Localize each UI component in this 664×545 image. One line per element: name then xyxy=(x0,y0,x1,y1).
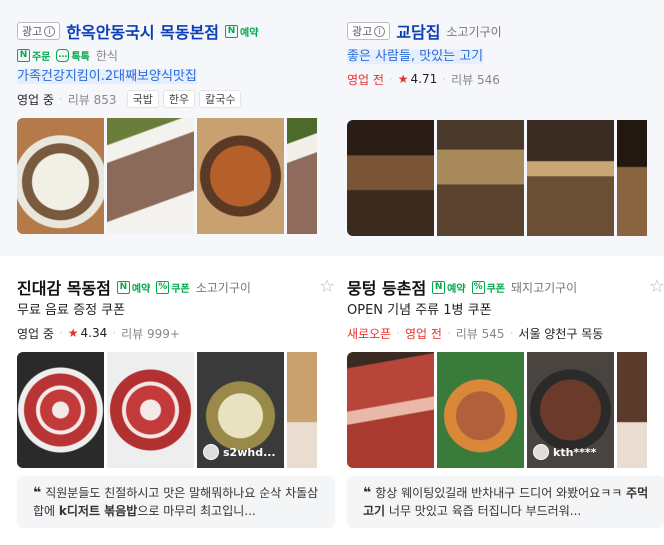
quote-icon: ❝ xyxy=(363,485,372,501)
photo-strip[interactable] xyxy=(347,120,664,236)
photo-interior-2[interactable] xyxy=(437,120,524,236)
photo-strip[interactable] xyxy=(17,118,335,234)
naver-icon: N xyxy=(432,280,446,294)
rating: 4.71 xyxy=(410,72,438,86)
new-open-label: 새로오픈 xyxy=(347,326,392,341)
place-card[interactable]: 뭉텅 등촌점 N 예약 % 쿠폰 돼지고기구이 ☆ OPEN 기념 주류 1병 쿠폰… xyxy=(347,260,664,528)
quote-icon: ❝ xyxy=(33,485,42,501)
review-count[interactable]: 리뷰 546 xyxy=(451,71,500,88)
rating: 4.34 xyxy=(80,326,108,340)
coupon-icon: % xyxy=(471,280,485,294)
ad-badge[interactable]: 광고 i xyxy=(347,22,391,40)
photo-owner[interactable]: kth**** xyxy=(533,444,596,460)
ad-label: 광고 xyxy=(22,25,43,38)
title-row: 광고 i 한옥안동국시 목동본점 N 예약 xyxy=(17,18,335,44)
info-icon: i xyxy=(374,25,386,37)
naver-icon: N xyxy=(17,48,30,62)
photo-strip[interactable]: kth**** xyxy=(347,352,664,468)
naver-icon: N xyxy=(116,280,130,294)
business-status: 영업 전 xyxy=(347,72,384,87)
slogan[interactable]: 좋은 사람들, 맛있는 고기 xyxy=(347,46,664,68)
photo-soup[interactable] xyxy=(17,118,104,234)
meta-row: 영업 전 · ★ 4.71 · 리뷰 546 xyxy=(347,71,500,88)
photo-beef-plate-1[interactable] xyxy=(17,352,104,468)
photo-meat-plate-2[interactable] xyxy=(287,118,317,234)
coupon-badge[interactable]: % 쿠폰 xyxy=(471,280,505,295)
reservation-badge[interactable]: N 예약 xyxy=(225,24,258,39)
star-icon: ★ xyxy=(67,326,79,340)
place-name[interactable]: 뭉텅 등촌점 xyxy=(347,275,426,299)
place-name[interactable]: 한옥안동국시 목동본점 xyxy=(66,19,219,43)
ad-label: 광고 xyxy=(352,25,373,38)
review-count[interactable]: 리뷰 853 xyxy=(68,91,117,108)
menu-tag: 칼국수 xyxy=(199,90,242,108)
coupon-badge[interactable]: % 쿠폰 xyxy=(156,280,190,295)
photo-grilled-meat[interactable] xyxy=(437,352,524,468)
review-snippet[interactable]: ❝ 항상 웨이팅있길래 반차내구 드디어 와봤어요ㅋㅋ 주먹고기 너무 맛있고 육… xyxy=(347,476,664,528)
menu-tag: 국밥 xyxy=(126,90,159,108)
category: 한식 xyxy=(95,48,118,63)
ad-badge[interactable]: 광고 i xyxy=(17,22,61,40)
place-card[interactable]: 광고 i 교담집 소고기구이 좋은 사람들, 맛있는 고기 영업 전 · ★ 4.… xyxy=(347,0,664,236)
search-results-grid: 광고 i 한옥안동국시 목동본점 N 예약 N 주문 … 톡톡 한식 가족건강지킴이.2… xyxy=(0,0,664,545)
place-card[interactable]: 광고 i 한옥안동국시 목동본점 N 예약 N 주문 … 톡톡 한식 가족건강지킴이.2… xyxy=(17,0,335,234)
business-status: 영업 전 xyxy=(405,326,442,341)
address[interactable]: 서울 양천구 목동 xyxy=(518,325,603,342)
photo-interior-1[interactable] xyxy=(347,120,434,236)
slogan[interactable]: OPEN 기념 주류 1병 쿠폰 xyxy=(347,300,664,322)
review-count[interactable]: 리뷰 545 xyxy=(456,325,505,342)
info-icon: i xyxy=(44,25,56,37)
talk-badge[interactable]: … 톡톡 xyxy=(56,48,90,63)
place-card[interactable]: 진대감 목동점 N 예약 % 쿠폰 소고기구이 ☆ 무료 음료 증정 쿠폰 영업 중… xyxy=(17,260,335,528)
save-star-icon[interactable]: ☆ xyxy=(319,276,335,297)
business-status: 영업 중 xyxy=(17,92,54,107)
meta-row: 새로오픈 · 영업 전 · 리뷰 545 · 서울 양천구 목동 xyxy=(347,325,604,342)
photo-strip[interactable]: s2whd... xyxy=(17,352,335,468)
service-row: N 주문 … 톡톡 한식 xyxy=(17,44,335,66)
meta-row: 영업 중 · ★ 4.34 · 리뷰 999+ xyxy=(17,325,180,342)
review-snippet[interactable]: ❝ 직원분들도 친절하시고 맛은 말해뭐하나요 순삭 차돌삼합에 k디저트 볶음밥… xyxy=(17,476,335,528)
photo-owner[interactable]: s2whd... xyxy=(203,444,276,460)
reservation-badge[interactable]: N 예약 xyxy=(116,280,150,295)
coupon-icon: % xyxy=(156,280,170,294)
photo-interior-4[interactable] xyxy=(617,120,647,236)
category: 소고기구이 xyxy=(195,280,251,295)
menu-tag: 한우 xyxy=(162,90,196,108)
reservation-badge[interactable]: N 예약 xyxy=(432,280,466,295)
place-name[interactable]: 교담집 xyxy=(396,19,440,43)
avatar xyxy=(533,444,549,460)
photo-side[interactable] xyxy=(617,352,647,468)
photo-stew[interactable] xyxy=(197,118,284,234)
photo-raw-pork[interactable] xyxy=(347,352,434,468)
naver-icon: N xyxy=(225,24,239,38)
title-row: 진대감 목동점 N 예약 % 쿠폰 소고기구이 xyxy=(17,274,335,300)
photo-side-dish[interactable] xyxy=(287,352,317,468)
business-status: 영업 중 xyxy=(17,326,54,341)
save-star-icon[interactable]: ☆ xyxy=(649,276,664,297)
place-name[interactable]: 진대감 목동점 xyxy=(17,275,111,299)
slogan[interactable]: 무료 음료 증정 쿠폰 xyxy=(17,300,335,322)
slogan[interactable]: 가족건강지킴이.2대째보양식맛집 xyxy=(17,66,335,88)
category: 돼지고기구이 xyxy=(510,280,578,295)
order-badge[interactable]: N 주문 xyxy=(17,48,50,63)
title-row: 광고 i 교담집 소고기구이 xyxy=(347,18,664,44)
photo-meat-plate[interactable] xyxy=(107,118,194,234)
review-count[interactable]: 리뷰 999+ xyxy=(121,325,180,342)
photo-grill[interactable]: kth**** xyxy=(527,352,614,468)
photo-beef-plate-2[interactable] xyxy=(107,352,194,468)
category: 소고기구이 xyxy=(446,24,502,39)
avatar xyxy=(203,444,219,460)
star-icon: ★ xyxy=(397,72,409,86)
photo-soup-pot[interactable]: s2whd... xyxy=(197,352,284,468)
photo-interior-3[interactable] xyxy=(527,120,614,236)
meta-row: 영업 중 · 리뷰 853 국밥 한우 칼국수 xyxy=(17,88,335,110)
chat-icon: … xyxy=(56,48,70,62)
title-row: 뭉텅 등촌점 N 예약 % 쿠폰 돼지고기구이 xyxy=(347,274,664,300)
